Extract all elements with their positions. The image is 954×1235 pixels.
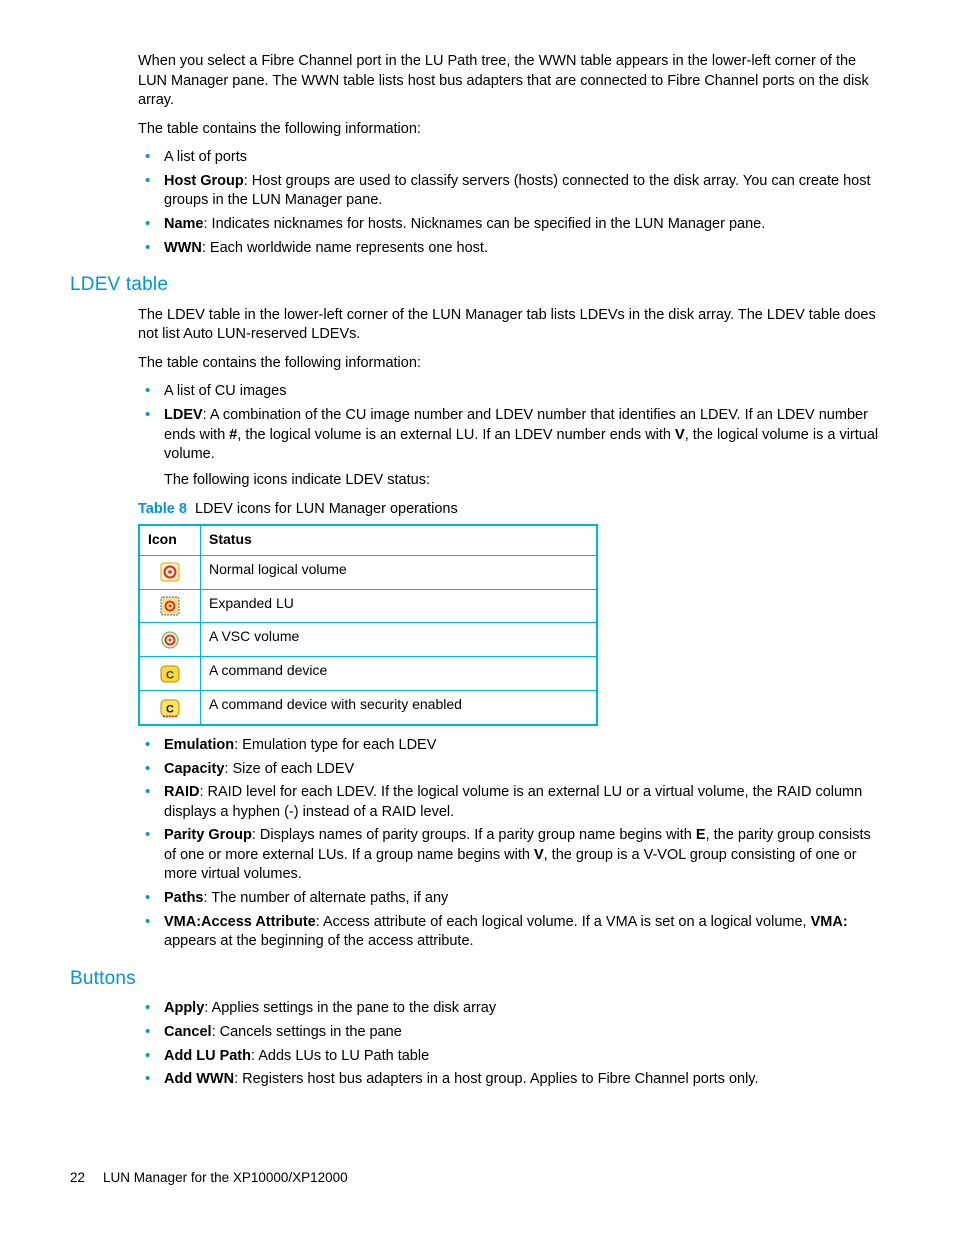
item-label: Emulation [164, 737, 234, 753]
status-cell: Normal logical volume [201, 555, 598, 589]
item-label: RAID [164, 784, 199, 800]
list-item: LDEV: A combination of the CU image numb… [160, 406, 884, 490]
item-label: Host Group [164, 173, 244, 189]
item-label: LDEV [164, 407, 203, 423]
list-item: Parity Group: Displays names of parity g… [160, 826, 884, 885]
item-text: : Size of each LDEV [224, 761, 354, 777]
table-row: C A command device [139, 657, 597, 691]
col-status: Status [201, 525, 598, 555]
ldev-icons-table: Icon Status Normal logical volume Expand… [138, 524, 598, 726]
item-text: , the logical volume is an external LU. … [237, 427, 675, 443]
icon-cell: C [139, 691, 201, 725]
item-text: : Adds LUs to LU Path table [251, 1048, 429, 1064]
buttons-list: Apply: Applies settings in the pane to t… [138, 999, 884, 1089]
item-text: : Each worldwide name represents one hos… [202, 240, 488, 256]
table-label: Table 8 [138, 501, 187, 517]
ldev-info-list: A list of CU images LDEV: A combination … [138, 382, 884, 490]
list-item: WWN: Each worldwide name represents one … [160, 239, 884, 259]
item-text: : Registers host bus adapters in a host … [234, 1071, 758, 1087]
command-device-icon: C [160, 664, 180, 684]
item-label: Paths [164, 890, 204, 906]
icon-cell: C [139, 657, 201, 691]
status-cell: A command device [201, 657, 598, 691]
table-header-row: Icon Status [139, 525, 597, 555]
expanded-lu-icon [160, 596, 180, 616]
list-item: Emulation: Emulation type for each LDEV [160, 736, 884, 756]
list-item: Host Group: Host groups are used to clas… [160, 172, 884, 211]
list-item: Add LU Path: Adds LUs to LU Path table [160, 1047, 884, 1067]
list-item: Apply: Applies settings in the pane to t… [160, 999, 884, 1019]
item-label: Name [164, 216, 204, 232]
wwn-info-list: A list of ports Host Group: Host groups … [138, 148, 884, 258]
list-item: Capacity: Size of each LDEV [160, 760, 884, 780]
ldev-paragraph-2: The table contains the following informa… [138, 354, 884, 374]
list-item: A list of CU images [160, 382, 884, 402]
status-cell: Expanded LU [201, 589, 598, 623]
status-cell: A command device with security enabled [201, 691, 598, 725]
item-label: Parity Group [164, 827, 252, 843]
item-text: : Access attribute of each logical volum… [316, 914, 811, 930]
page-number: 22 [70, 1170, 85, 1185]
icon-cell [139, 623, 201, 657]
list-item: Cancel: Cancels settings in the pane [160, 1023, 884, 1043]
vma-label: VMA: [811, 914, 848, 930]
command-device-secure-icon: C [160, 698, 180, 718]
item-text: : Displays names of parity groups. If a … [252, 827, 696, 843]
icon-cell [139, 589, 201, 623]
ldev-table-heading: LDEV table [70, 272, 884, 298]
item-label: Cancel [164, 1024, 212, 1040]
col-icon: Icon [139, 525, 201, 555]
intro-paragraph-2: The table contains the following informa… [138, 120, 884, 140]
icon-cell [139, 555, 201, 589]
list-item: Name: Indicates nicknames for hosts. Nic… [160, 215, 884, 235]
list-item: A list of ports [160, 148, 884, 168]
list-item: Add WWN: Registers host bus adapters in … [160, 1070, 884, 1090]
item-label: Apply [164, 1000, 204, 1016]
item-text: : Indicates nicknames for hosts. Nicknam… [204, 216, 766, 232]
item-text: : Host groups are used to classify serve… [164, 173, 871, 209]
buttons-heading: Buttons [70, 966, 884, 992]
table-8-caption: Table 8 LDEV icons for LUN Manager opera… [138, 500, 884, 520]
item-text: A list of CU images [164, 383, 287, 399]
svg-text:C: C [166, 669, 174, 681]
item-label: Add LU Path [164, 1048, 251, 1064]
list-item: VMA:Access Attribute: Access attribute o… [160, 913, 884, 952]
v-symbol: V [534, 847, 544, 863]
item-text: : Emulation type for each LDEV [234, 737, 436, 753]
item-text: : Cancels settings in the pane [212, 1024, 402, 1040]
table-caption-text: LDEV icons for LUN Manager operations [195, 501, 458, 517]
vsc-volume-icon [160, 630, 180, 650]
svg-text:C: C [166, 703, 174, 715]
intro-paragraph-1: When you select a Fibre Channel port in … [138, 52, 884, 111]
table-row: Expanded LU [139, 589, 597, 623]
table-row: C A command device with security enabled [139, 691, 597, 725]
status-cell: A VSC volume [201, 623, 598, 657]
list-item: Paths: The number of alternate paths, if… [160, 889, 884, 909]
table-row: A VSC volume [139, 623, 597, 657]
ldev-subtext: The following icons indicate LDEV status… [164, 471, 884, 491]
item-text: : The number of alternate paths, if any [204, 890, 449, 906]
item-text: appears at the beginning of the access a… [164, 933, 474, 949]
v-symbol: V [675, 427, 685, 443]
ldev-columns-list: Emulation: Emulation type for each LDEV … [138, 736, 884, 952]
item-label: Capacity [164, 761, 224, 777]
ldev-paragraph-1: The LDEV table in the lower-left corner … [138, 306, 884, 345]
page-footer: 22 LUN Manager for the XP10000/XP12000 [70, 1169, 348, 1187]
item-text: A list of ports [164, 149, 247, 165]
item-label: VMA:Access Attribute [164, 914, 316, 930]
e-symbol: E [696, 827, 706, 843]
item-text: : RAID level for each LDEV. If the logic… [164, 784, 862, 820]
item-label: Add WWN [164, 1071, 234, 1087]
footer-title: LUN Manager for the XP10000/XP12000 [103, 1170, 348, 1185]
list-item: RAID: RAID level for each LDEV. If the l… [160, 783, 884, 822]
item-text: : Applies settings in the pane to the di… [204, 1000, 496, 1016]
normal-volume-icon [160, 562, 180, 582]
item-label: WWN [164, 240, 202, 256]
table-row: Normal logical volume [139, 555, 597, 589]
